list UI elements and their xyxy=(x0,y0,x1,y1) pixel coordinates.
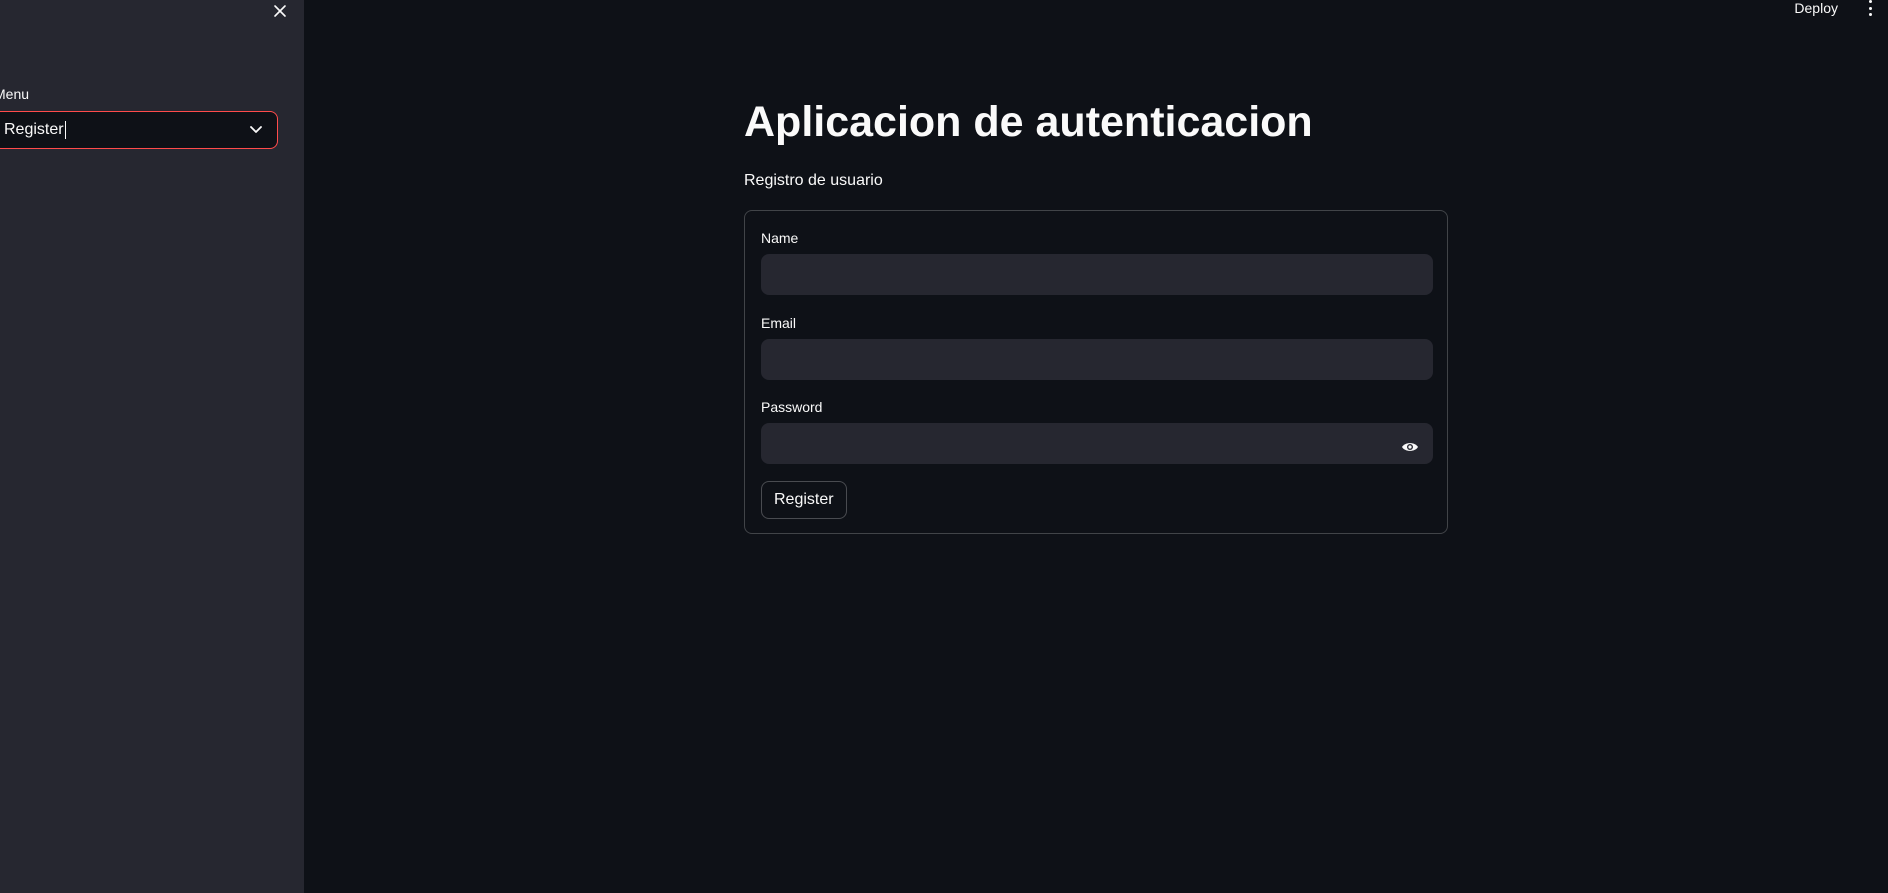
show-password-button[interactable] xyxy=(1399,436,1421,458)
register-form: Name Email Password Register xyxy=(744,210,1448,534)
menu-select-value-wrap: Register xyxy=(4,121,66,139)
email-field[interactable] xyxy=(761,339,1433,380)
password-label: Password xyxy=(761,399,823,415)
deploy-button[interactable]: Deploy xyxy=(1794,0,1838,16)
password-field[interactable] xyxy=(761,423,1433,464)
more-vertical-icon[interactable] xyxy=(1866,0,1874,16)
close-sidebar-button[interactable] xyxy=(269,0,291,22)
text-caret xyxy=(64,121,66,139)
close-icon xyxy=(274,5,286,17)
register-button[interactable]: Register xyxy=(761,481,847,519)
chevron-down-icon[interactable] xyxy=(249,123,263,137)
menu-select[interactable]: Register xyxy=(0,111,278,149)
sidebar: Menu Register xyxy=(0,0,304,893)
email-label: Email xyxy=(761,315,797,331)
name-field[interactable] xyxy=(761,254,1433,295)
page-subtitle: Registro de usuario xyxy=(744,172,883,189)
eye-icon xyxy=(1402,443,1418,451)
page-title: Aplicacion de autenticacion xyxy=(744,98,1313,146)
menu-label: Menu xyxy=(0,86,30,102)
menu-select-value: Register xyxy=(4,121,64,138)
name-label: Name xyxy=(761,230,799,246)
